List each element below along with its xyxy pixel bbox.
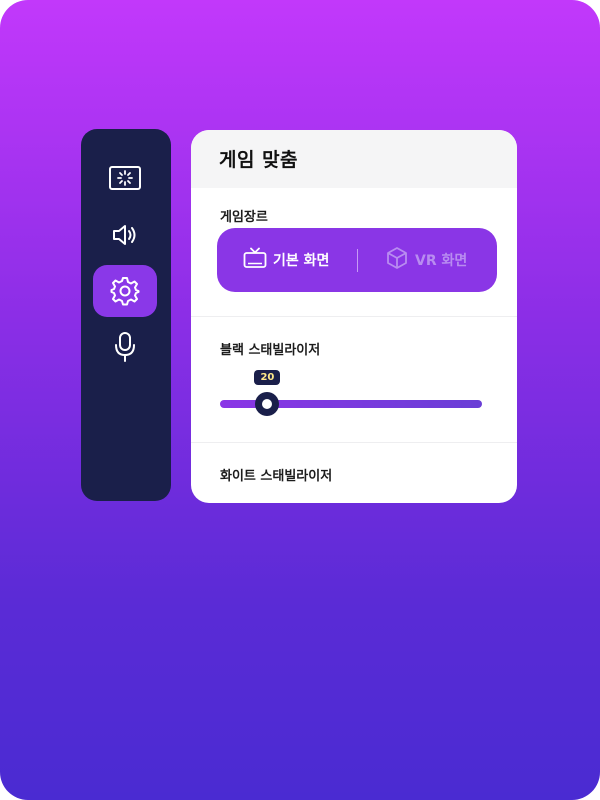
genre-label: 게임장르 (220, 210, 268, 225)
slider-thumb[interactable] (255, 392, 280, 416)
sidebar-item-sound[interactable] (93, 209, 157, 261)
black-stabilizer-label: 블랙 스태빌라이저 (220, 343, 321, 358)
genre-option-label: 기본 화면 (273, 253, 330, 269)
cube-icon (385, 246, 409, 274)
device-screen: 게임 맞춤 게임장르 기본 화면 VR 화면 블랙 스태빌라이저 20 화이트 … (0, 0, 600, 800)
sidebar-item-display[interactable] (93, 152, 157, 204)
display-brightness-icon (108, 165, 142, 191)
toggle-divider (357, 249, 358, 272)
genre-toggle: 기본 화면 VR 화면 (217, 228, 497, 292)
sidebar-item-settings[interactable] (93, 265, 157, 317)
speaker-icon (111, 223, 139, 247)
microphone-icon (113, 331, 137, 363)
genre-option-label: VR 화면 (415, 253, 468, 269)
gear-icon (110, 276, 140, 306)
section-divider (191, 442, 517, 443)
sidebar (81, 129, 171, 501)
panel-header: 게임 맞춤 (191, 130, 517, 188)
panel-title: 게임 맞춤 (219, 149, 299, 171)
sidebar-item-mic[interactable] (93, 321, 157, 373)
genre-option-basic[interactable]: 기본 화면 (243, 228, 329, 292)
game-settings-panel: 게임 맞춤 게임장르 기본 화면 VR 화면 블랙 스태빌라이저 20 화이트 … (191, 130, 517, 503)
genre-option-vr[interactable]: VR 화면 (385, 228, 467, 292)
black-stabilizer-slider[interactable]: 20 (220, 368, 482, 428)
tv-icon (243, 247, 267, 273)
white-stabilizer-label: 화이트 스태빌라이저 (220, 469, 333, 484)
slider-value-badge: 20 (254, 370, 281, 385)
section-divider (191, 316, 517, 317)
